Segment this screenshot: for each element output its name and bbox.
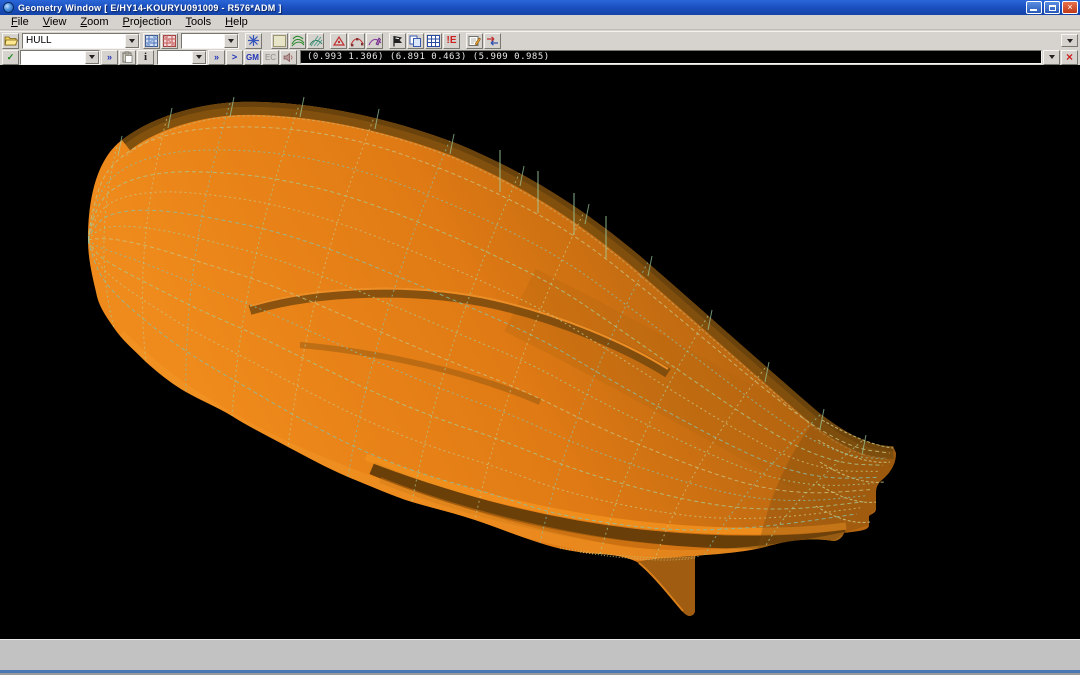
- info-icon: i: [144, 51, 147, 63]
- coordinate-readout: (0.993 1.306) (6.891 0.463) (5.909 0.985…: [301, 52, 550, 62]
- surface-blue-button[interactable]: [143, 33, 160, 49]
- hull-selector-combo[interactable]: HULL: [22, 33, 140, 49]
- curve-points-button[interactable]: [348, 33, 365, 49]
- curve-pen-button[interactable]: [366, 33, 383, 49]
- menu-zoom[interactable]: Zoom: [73, 15, 115, 30]
- command-combo2-value: [158, 51, 192, 64]
- paste-button[interactable]: [119, 50, 136, 65]
- curves-icon: [291, 35, 305, 47]
- check-icon: ✓: [7, 52, 15, 63]
- copy-pages-button[interactable]: [407, 33, 424, 49]
- clear-x-icon: ×: [1066, 50, 1073, 64]
- transfer-button[interactable]: [484, 33, 501, 49]
- ec-button[interactable]: EC: [262, 50, 279, 65]
- expand-button-2[interactable]: »: [208, 50, 225, 65]
- menu-help[interactable]: Help: [218, 15, 255, 30]
- chevron-down-icon[interactable]: [125, 34, 139, 48]
- hatch-surface-icon: [309, 35, 323, 47]
- apply-button[interactable]: ✓: [2, 50, 19, 65]
- open-folder-button[interactable]: [2, 33, 19, 49]
- double-chevron-icon: »: [107, 52, 112, 62]
- chevron-down-icon[interactable]: [85, 51, 99, 64]
- coordinate-display: (0.993 1.306) (6.891 0.463) (5.909 0.985…: [300, 50, 1042, 64]
- chevron-icon: >: [232, 52, 237, 62]
- title-bar[interactable]: Geometry Window [ E/HY14-KOURYU091009 - …: [0, 0, 1080, 15]
- double-chevron-icon: »: [214, 52, 219, 62]
- command-toolbar: ✓ » i »: [0, 49, 1080, 65]
- coordinate-dropdown-button[interactable]: [1043, 50, 1060, 65]
- error-list-button[interactable]: !E: [443, 33, 460, 49]
- close-icon: ×: [1067, 2, 1072, 12]
- main-toolbar: HULL: [0, 31, 1080, 49]
- overflow-chevron-icon: [1067, 39, 1073, 43]
- blank-icon: [273, 35, 286, 47]
- step-button[interactable]: >: [226, 50, 243, 65]
- note-edit-button[interactable]: [466, 33, 483, 49]
- restore-button[interactable]: [1044, 1, 1060, 14]
- geometry-window: Geometry Window [ E/HY14-KOURYU091009 - …: [0, 0, 1080, 675]
- gm-button[interactable]: GM: [244, 50, 261, 65]
- window-title: Geometry Window [ E/HY14-KOURYU091009 - …: [18, 3, 282, 13]
- menu-tools[interactable]: Tools: [178, 15, 218, 30]
- asterisk-icon: [247, 34, 260, 47]
- combo2-value: [182, 34, 224, 48]
- blank-button[interactable]: [271, 33, 288, 49]
- clear-button[interactable]: ×: [1061, 50, 1078, 65]
- app-icon: [3, 2, 14, 13]
- gm-label: GM: [246, 53, 259, 62]
- copy-pages-icon: [409, 35, 422, 47]
- restore-icon: [1049, 5, 1056, 11]
- asterisk-button[interactable]: [245, 33, 262, 49]
- paste-clipboard-icon: [122, 51, 133, 63]
- command-combo1-value: [21, 51, 85, 64]
- speaker-button[interactable]: [280, 50, 297, 65]
- speaker-icon: [283, 52, 294, 63]
- chevron-down-icon[interactable]: [192, 51, 206, 64]
- menu-projection[interactable]: Projection: [116, 15, 179, 30]
- command-combo-2[interactable]: [157, 50, 207, 65]
- selection-combo-2[interactable]: [181, 33, 239, 49]
- error-list-icon: !E: [447, 35, 457, 46]
- minimize-icon: [1030, 9, 1037, 11]
- skeg-fin: [637, 556, 695, 616]
- grid-table-button[interactable]: [425, 33, 442, 49]
- surface-red-icon: [163, 35, 176, 47]
- grid-table-icon: [427, 35, 440, 47]
- curves-button[interactable]: [289, 33, 306, 49]
- hull-combo-value: HULL: [23, 34, 125, 48]
- open-folder-icon: [4, 35, 18, 46]
- flag-button[interactable]: [389, 33, 406, 49]
- ec-label: EC: [265, 53, 276, 62]
- close-button[interactable]: ×: [1062, 1, 1078, 14]
- menu-bar: File View Zoom Projection Tools Help: [0, 15, 1080, 30]
- triangle-button[interactable]: [330, 33, 347, 49]
- curve-pen-icon: [368, 35, 382, 47]
- surface-red-button[interactable]: [161, 33, 178, 49]
- menu-view[interactable]: View: [36, 15, 74, 30]
- hatch-surface-button[interactable]: [307, 33, 324, 49]
- chevron-down-icon[interactable]: [224, 34, 238, 48]
- minimize-button[interactable]: [1026, 1, 1042, 14]
- info-button[interactable]: i: [137, 50, 154, 65]
- note-edit-icon: [468, 35, 481, 47]
- bottom-panel: [0, 639, 1080, 670]
- triangle-icon: [332, 35, 346, 47]
- expand-button-1[interactable]: »: [101, 50, 118, 65]
- transfer-icon: [486, 35, 499, 47]
- flag-icon: [391, 35, 404, 47]
- geometry-viewport[interactable]: [0, 65, 1080, 639]
- chevron-down-icon: [1049, 55, 1055, 59]
- menu-file[interactable]: File: [4, 15, 36, 30]
- toolbar-overflow-button[interactable]: [1061, 34, 1078, 47]
- curve-points-icon: [350, 35, 364, 47]
- hull-3d-model: [0, 65, 1080, 639]
- surface-blue-icon: [145, 35, 158, 47]
- command-combo-1[interactable]: [20, 50, 100, 65]
